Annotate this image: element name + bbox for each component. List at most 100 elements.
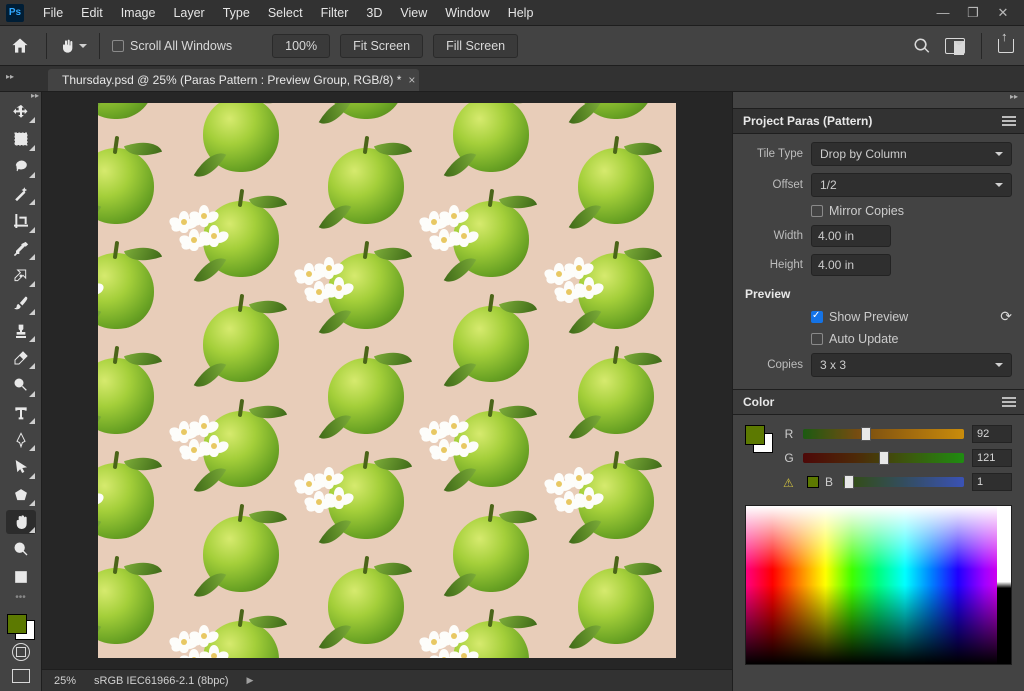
menu-3d[interactable]: 3D	[357, 6, 391, 20]
tool-zoom[interactable]	[6, 537, 36, 561]
status-bar: 25% sRGB IEC61966-2.1 (8bpc) ▶	[42, 669, 732, 691]
width-label: Width	[745, 230, 803, 242]
tool-eyedropper[interactable]	[6, 237, 36, 261]
tools-expander[interactable]: ▸▸	[31, 91, 39, 100]
tool-lasso[interactable]	[6, 155, 36, 179]
screen-mode-toggle[interactable]	[12, 669, 30, 683]
search-icon[interactable]	[913, 37, 931, 55]
color-panel-header[interactable]: Color	[733, 389, 1024, 415]
right-dock-expander[interactable]: ▸▸	[733, 92, 1024, 108]
menu-file[interactable]: File	[34, 6, 72, 20]
checkbox-icon	[811, 205, 823, 217]
tool-pen[interactable]	[6, 428, 36, 452]
tool-shape[interactable]	[6, 483, 36, 507]
gamut-swatch[interactable]	[807, 476, 819, 488]
divider	[46, 33, 47, 59]
window-close-button[interactable]: ✕	[988, 2, 1018, 24]
b-label: B	[823, 475, 835, 489]
tool-brush[interactable]	[6, 291, 36, 315]
tool-hand[interactable]	[6, 510, 36, 534]
preview-section-title: Preview	[745, 287, 1012, 301]
quick-mask-toggle[interactable]	[12, 643, 30, 661]
color-swatch-pair[interactable]	[745, 425, 773, 453]
g-label: G	[783, 451, 795, 465]
status-flyout-icon[interactable]: ▶	[247, 675, 254, 686]
zoom-100-button[interactable]: 100%	[272, 34, 330, 58]
tool-eraser[interactable]	[6, 346, 36, 370]
foreground-background-colors[interactable]	[7, 614, 35, 640]
copies-dropdown[interactable]: 3 x 3	[811, 353, 1012, 377]
tool-preset-picker[interactable]	[59, 32, 87, 60]
tool-crop[interactable]	[6, 209, 36, 233]
tool-type[interactable]	[6, 401, 36, 425]
menu-edit[interactable]: Edit	[72, 6, 112, 20]
fill-screen-button[interactable]: Fill Screen	[433, 34, 518, 58]
tool-dodge[interactable]	[6, 373, 36, 397]
tool-magic-wand[interactable]	[6, 182, 36, 206]
menu-layer[interactable]: Layer	[164, 6, 213, 20]
document-tab[interactable]: Thursday.psd @ 25% (Paras Pattern : Prev…	[48, 69, 419, 91]
tool-path-select[interactable]	[6, 455, 36, 479]
left-dock-expander[interactable]: ▸▸	[6, 72, 14, 81]
mirror-copies-checkbox[interactable]: Mirror Copies	[811, 204, 904, 218]
color-spectrum[interactable]	[745, 505, 1012, 665]
scroll-all-windows-label: Scroll All Windows	[130, 39, 232, 53]
r-value[interactable]: 92	[972, 425, 1012, 443]
pattern-panel-body: Tile Type Drop by Column Offset 1/2 Mirr…	[733, 134, 1024, 389]
panel-menu-icon[interactable]	[1002, 397, 1016, 407]
fg-swatch[interactable]	[745, 425, 765, 445]
tool-marquee[interactable]	[6, 127, 36, 151]
width-field[interactable]: 4.00 in	[811, 225, 891, 247]
g-value[interactable]: 121	[972, 449, 1012, 467]
show-preview-checkbox[interactable]: Show Preview	[811, 310, 908, 324]
refresh-preview-icon[interactable]: ⟳	[1000, 308, 1012, 325]
canvas[interactable]	[42, 92, 732, 669]
foreground-color-swatch[interactable]	[7, 614, 27, 634]
status-zoom[interactable]: 25%	[54, 675, 76, 687]
color-panel-body: R 92 G 121 ⚠ B 1	[733, 415, 1024, 665]
menu-select[interactable]: Select	[259, 6, 312, 20]
document-tab-title: Thursday.psd @ 25% (Paras Pattern : Prev…	[62, 73, 401, 87]
tool-artboard[interactable]	[6, 565, 36, 589]
r-slider[interactable]	[803, 429, 964, 439]
scroll-all-windows-checkbox[interactable]: Scroll All Windows	[112, 39, 232, 53]
share-button[interactable]	[998, 39, 1014, 53]
height-field[interactable]: 4.00 in	[811, 254, 891, 276]
workspace-switcher[interactable]	[945, 38, 965, 54]
offset-dropdown[interactable]: 1/2	[811, 173, 1012, 197]
b-slider[interactable]	[843, 477, 964, 487]
auto-update-label: Auto Update	[829, 332, 899, 346]
menu-image[interactable]: Image	[112, 6, 165, 20]
tool-healing[interactable]	[6, 264, 36, 288]
r-label: R	[783, 427, 795, 441]
close-tab-icon[interactable]: ×	[408, 73, 415, 87]
g-slider[interactable]	[803, 453, 964, 463]
tool-move[interactable]	[6, 100, 36, 124]
tool-stamp[interactable]	[6, 319, 36, 343]
pattern-panel-title: Project Paras (Pattern)	[743, 114, 872, 128]
panel-menu-icon[interactable]	[1002, 116, 1016, 126]
options-bar: Scroll All Windows 100% Fit Screen Fill …	[0, 26, 1024, 66]
menu-view[interactable]: View	[391, 6, 436, 20]
window-minimize-button[interactable]: —	[928, 2, 958, 24]
menu-help[interactable]: Help	[499, 6, 543, 20]
tile-type-dropdown[interactable]: Drop by Column	[811, 142, 1012, 166]
status-color-profile[interactable]: sRGB IEC61966-2.1 (8bpc)	[94, 675, 229, 687]
bw-ramp[interactable]	[997, 506, 1011, 664]
window-restore-button[interactable]: ❐	[958, 2, 988, 24]
gamut-warning-icon[interactable]: ⚠	[783, 476, 797, 488]
menu-type[interactable]: Type	[214, 6, 259, 20]
checkbox-icon	[811, 311, 823, 323]
menu-filter[interactable]: Filter	[312, 6, 358, 20]
menu-window[interactable]: Window	[436, 6, 498, 20]
fit-screen-button[interactable]: Fit Screen	[340, 34, 423, 58]
app-logo: Ps	[6, 4, 24, 22]
height-label: Height	[745, 259, 803, 271]
divider	[99, 33, 100, 59]
offset-label: Offset	[745, 179, 803, 191]
auto-update-checkbox[interactable]: Auto Update	[811, 332, 899, 346]
checkbox-icon	[811, 333, 823, 345]
pattern-panel-header[interactable]: Project Paras (Pattern)	[733, 108, 1024, 134]
b-value[interactable]: 1	[972, 473, 1012, 491]
home-button[interactable]	[6, 32, 34, 60]
